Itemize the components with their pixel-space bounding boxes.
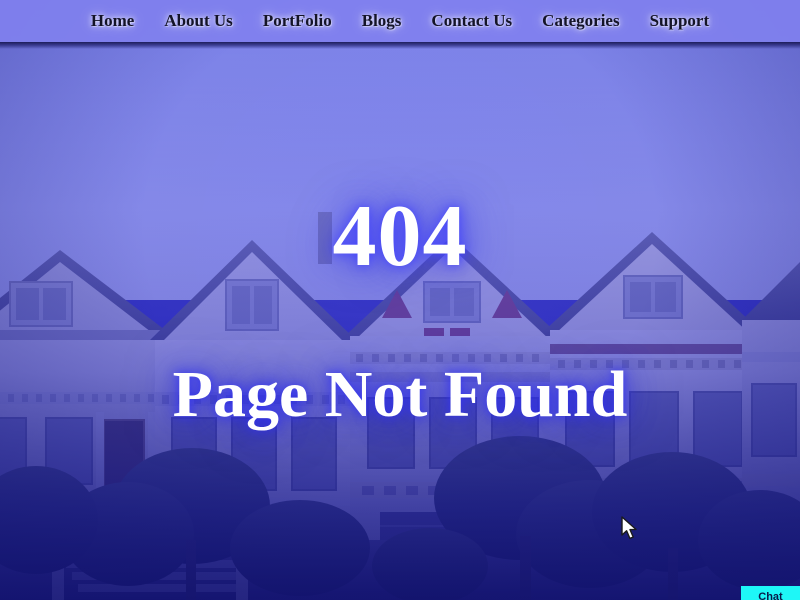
corner-chat-widget-label: Chat [758, 591, 783, 600]
main-navigation-bar: Home About Us PortFolio Blogs Contact Us… [0, 0, 800, 42]
background-vignette [0, 0, 800, 600]
nav-item-portfolio[interactable]: PortFolio [248, 0, 347, 42]
nav-item-support[interactable]: Support [635, 0, 725, 42]
nav-item-categories[interactable]: Categories [527, 0, 634, 42]
nav-list: Home About Us PortFolio Blogs Contact Us… [76, 0, 724, 42]
navbar-shadow-band [0, 42, 800, 49]
nav-item-home[interactable]: Home [76, 0, 149, 42]
corner-chat-widget[interactable]: Chat [741, 586, 800, 600]
page-root: Home About Us PortFolio Blogs Contact Us… [0, 0, 800, 600]
nav-item-contact-us[interactable]: Contact Us [416, 0, 527, 42]
nav-item-about-us[interactable]: About Us [149, 0, 248, 42]
nav-item-blogs[interactable]: Blogs [347, 0, 417, 42]
